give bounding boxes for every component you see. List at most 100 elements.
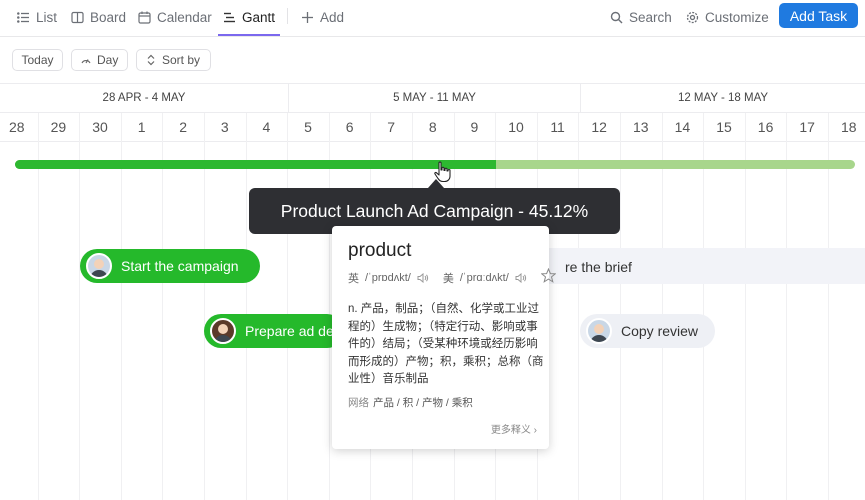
customize-label: Customize — [705, 9, 769, 25]
today-button[interactable]: Today — [12, 49, 63, 71]
board-icon — [71, 11, 84, 23]
gantt-icon — [224, 12, 235, 22]
tab-board-label: Board — [90, 9, 127, 25]
day-header-cell: 29 — [50, 119, 67, 135]
day-header-cell: 17 — [799, 119, 815, 135]
dictionary-definition: n. 产品，制品；（自然、化学或工业过程的）生成物；（特定行动、影响或事件的）结… — [348, 303, 544, 385]
day-header-cell: 8 — [428, 119, 437, 135]
search-button[interactable]: Search — [610, 0, 672, 34]
dictionary-phonetics: 英 /ˈprɒdʌkt/ 美 /ˈprɑːdʌkt/ — [348, 270, 527, 286]
tab-gantt[interactable]: Gantt — [218, 0, 281, 36]
star-icon[interactable] — [541, 268, 556, 283]
day-grid-line — [828, 113, 829, 500]
gear-icon — [686, 11, 699, 23]
day-header-cell: 30 — [92, 119, 108, 135]
day-header-cell: 11 — [550, 119, 565, 135]
tab-board[interactable]: Board — [71, 0, 126, 34]
net-label: 网络 — [348, 397, 369, 409]
speaker-icon[interactable] — [515, 273, 527, 283]
week-header: 28 APR - 4 MAY — [0, 84, 289, 112]
calendar-icon — [138, 11, 151, 24]
week-header: 12 MAY - 18 MAY — [677, 92, 769, 104]
day-grid-line — [620, 113, 621, 500]
uk-phonetic: /ˈprɒdʌkt/ — [365, 272, 411, 284]
day-header-cell: 9 — [470, 119, 479, 135]
avatar — [210, 318, 236, 344]
tab-add-label: Add — [320, 9, 345, 25]
list-icon — [17, 11, 29, 23]
day-grid-line — [578, 113, 580, 500]
day-header-cell: 12 — [591, 119, 607, 135]
day-header-cell: 18 — [841, 119, 857, 135]
task-label: Start the campaign — [121, 258, 239, 274]
day-header-cell: 3 — [220, 119, 229, 135]
day-header-cell: 7 — [387, 119, 396, 135]
search-icon — [610, 11, 623, 23]
more-definitions-link[interactable]: 更多释义 › — [491, 421, 537, 436]
day-grid-line — [661, 113, 663, 500]
hand-cursor-icon — [434, 161, 451, 183]
day-header-cell: 15 — [716, 119, 732, 135]
task-label: Prepare ad de — [245, 323, 334, 339]
day-header-cell: 5 — [304, 119, 312, 135]
tab-calendar-label: Calendar — [157, 9, 212, 25]
day-header-row: 28 29 30 1 2 3 4 5 6 7 8 9 10 11 12 13 14 15 16 17 18 — [0, 113, 865, 142]
avatar — [86, 253, 112, 279]
day-header-cell: 13 — [633, 119, 649, 135]
day-grid-line — [703, 113, 705, 500]
day-header-cell: 6 — [345, 119, 354, 135]
task-bar-prepare-ad[interactable]: Prepare ad de — [204, 314, 344, 348]
day-grid-line — [79, 113, 81, 500]
day-scale-label: Day — [97, 53, 119, 67]
add-task-button[interactable]: Add Task — [779, 3, 858, 28]
dictionary-word: product — [348, 240, 412, 261]
day-grid-line — [204, 113, 205, 500]
tabs-divider — [287, 8, 288, 24]
us-label: 美 — [442, 273, 454, 285]
task-bar-start-campaign[interactable]: Start the campaign — [80, 249, 260, 283]
plus-icon — [302, 11, 313, 23]
task-label: Copy review — [621, 323, 699, 339]
day-header-cell: 28 — [9, 119, 25, 135]
dictionary-net-terms: 网络 产品 / 积 / 产物 / 乘积 — [348, 395, 473, 410]
day-grid-line — [786, 113, 788, 500]
scale-icon — [81, 59, 91, 64]
tab-gantt-label: Gantt — [242, 9, 276, 25]
tab-add[interactable]: Add — [301, 0, 344, 34]
day-header-cell: 1 — [137, 119, 146, 135]
day-grid-line — [245, 113, 247, 500]
sort-icon — [147, 54, 155, 66]
sort-by-label: Sort by — [162, 53, 201, 67]
gantt-toolbar: Today Day Sort by — [0, 37, 865, 84]
day-header-cell: 16 — [757, 119, 774, 135]
tab-calendar[interactable]: Calendar — [138, 0, 212, 34]
uk-label: 英 — [348, 273, 359, 285]
day-header-cell: 2 — [179, 119, 188, 135]
avatar — [586, 318, 612, 344]
day-grid-line — [37, 113, 39, 500]
week-header-row: 28 APR - 4 MAY 5 MAY - 11 MAY 12 MAY - 1… — [0, 84, 865, 113]
day-grid-line — [162, 113, 164, 500]
project-progress-fill — [15, 160, 497, 169]
customize-button[interactable]: Customize — [686, 0, 769, 34]
sort-by-button[interactable]: Sort by — [136, 49, 211, 71]
day-scale-button[interactable]: Day — [71, 49, 128, 71]
day-grid-line — [287, 113, 289, 500]
day-header-cell: 10 — [508, 119, 524, 135]
dictionary-popup: product 英 /ˈprɒdʌkt/ 美 /ˈprɑːdʌkt/ n. 产品… — [332, 226, 556, 449]
view-tabs-bar: List Board Calendar Gantt Add Search Cus… — [0, 0, 865, 37]
us-phonetic: /ˈprɑːdʌkt/ — [459, 272, 509, 284]
week-header: 5 MAY - 11 MAY — [289, 84, 581, 112]
speaker-icon[interactable] — [417, 273, 429, 283]
tab-list-label: List — [36, 9, 58, 25]
day-grid-line — [744, 113, 746, 500]
task-brief-label: re the brief — [565, 259, 632, 275]
tab-list[interactable]: List — [17, 0, 57, 34]
day-header-cell: 14 — [674, 119, 691, 135]
task-bar-copy-review[interactable]: Copy review — [580, 314, 715, 348]
day-grid-line — [120, 113, 122, 500]
day-grid-line — [328, 113, 330, 500]
search-label: Search — [629, 9, 672, 25]
net-terms: 产品 / 积 / 产物 / 乘积 — [373, 397, 473, 409]
day-header-cell: 4 — [262, 119, 271, 135]
